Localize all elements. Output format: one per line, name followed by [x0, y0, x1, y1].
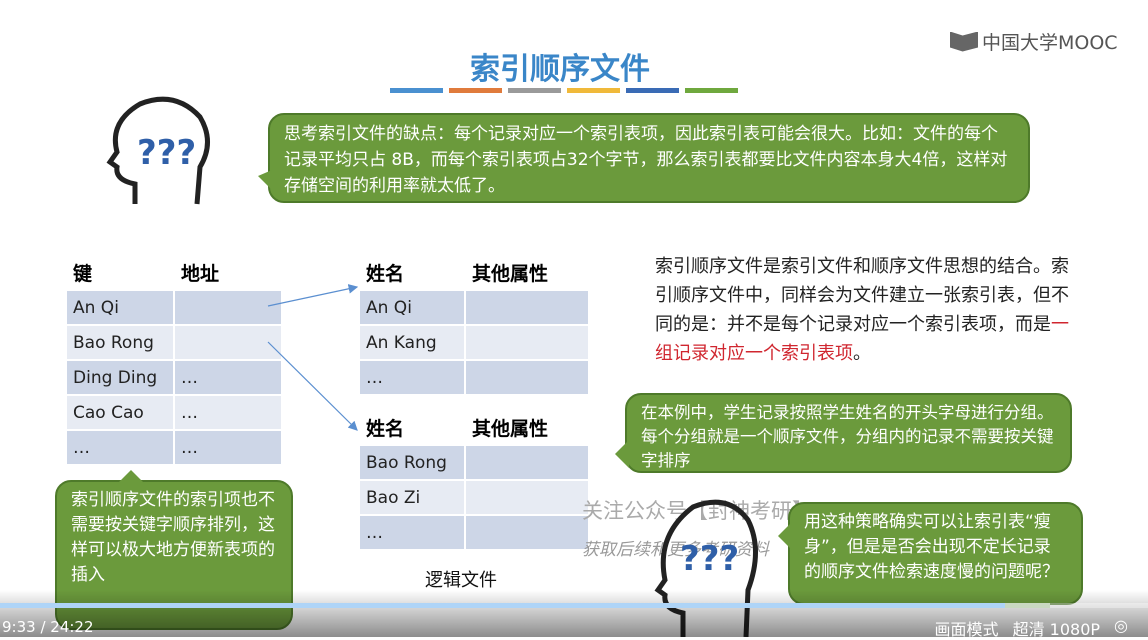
slide: 索引顺序文件 中国大学MOOC ??? 思考索引文件的缺点：每个记录对应一个索引…	[0, 0, 1148, 637]
quality-button[interactable]: 超清 1080P	[1013, 616, 1100, 640]
screenshot-icon[interactable]: ◎	[1114, 616, 1128, 640]
speech-bubble-grouping: 在本例中，学生记录按照学生姓名的开头字母进行分组。每个分组就是一个顺序文件，分组…	[615, 393, 1072, 473]
logical-file-caption: 逻辑文件	[425, 570, 497, 591]
played-bar	[0, 603, 1005, 608]
svg-text:???: ???	[680, 539, 739, 579]
progress-bar[interactable]	[0, 603, 1148, 608]
player-right-controls: 画面模式 超清 1080P ◎	[935, 616, 1128, 640]
arrow-to-group-b	[267, 341, 358, 431]
arrow-to-group-a	[267, 284, 359, 307]
display-mode-button[interactable]: 画面模式	[935, 616, 999, 640]
explanation-text: 索引顺序文件是索引文件和顺序文件思想的结合。索引顺序文件中，同样会为文件建立一张…	[655, 256, 1069, 364]
time-display: 9:33 / 24:22	[2, 618, 94, 636]
